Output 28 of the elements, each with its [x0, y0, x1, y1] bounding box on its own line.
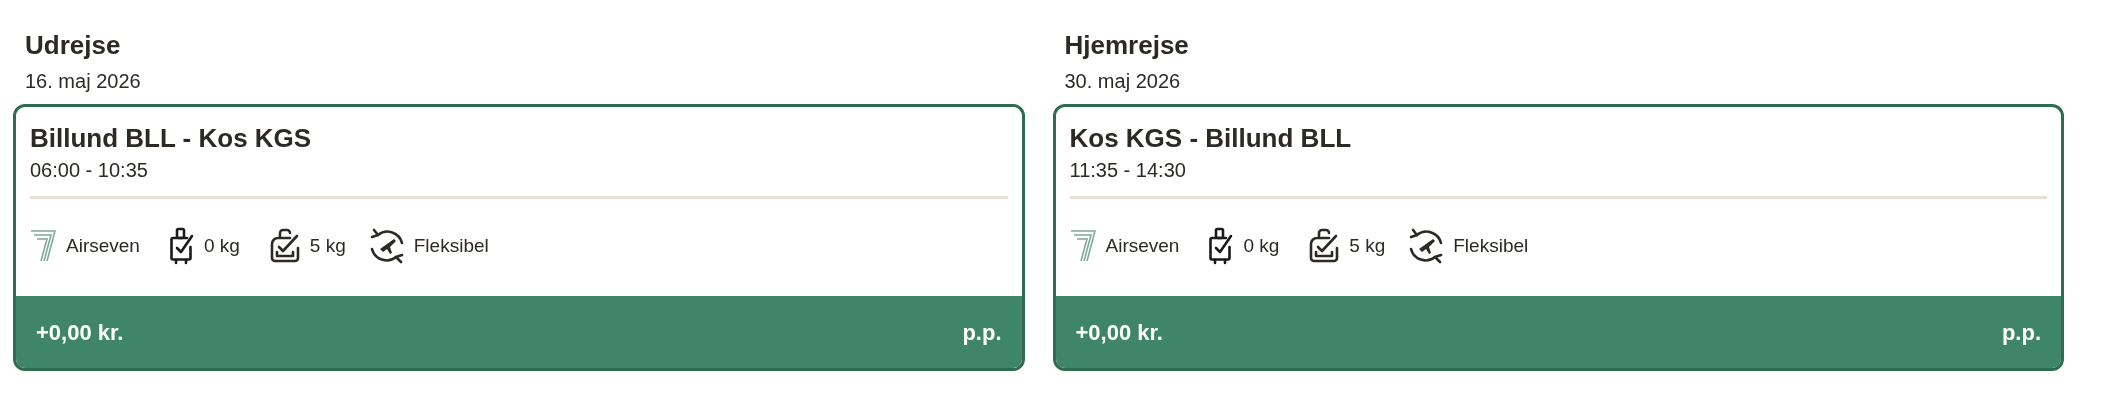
- checked-bag-weight: 5 kg: [1349, 233, 1386, 258]
- price: +0,00 kr.: [36, 318, 124, 347]
- leg-date: 30. maj 2026: [1063, 69, 1182, 94]
- fare-type: Fleksibel: [413, 233, 489, 258]
- bag-check-icon: [269, 228, 300, 264]
- airline-name: Airseven: [66, 233, 140, 258]
- bag-check-icon: [1309, 228, 1340, 264]
- leg-date: 16. maj 2026: [24, 69, 142, 94]
- carry-on-weight: 0 kg: [1243, 233, 1280, 258]
- flight-route: Kos KGS - Billund BLL: [1069, 123, 1353, 153]
- airline-logo-icon: [30, 230, 56, 262]
- flight-card[interactable]: Billund BLL - Kos KGS 06:00 - 10:35 Airseven 0 kg 5 kg Fleksibel +0,00 kr. p.p.: [13, 104, 1025, 371]
- flight-time: 06:00 - 10:35: [30, 158, 149, 183]
- price-unit: p.p.: [2001, 318, 2041, 347]
- leg-title: Hjemrejse: [1063, 30, 1190, 60]
- airline-logo-icon: [1069, 230, 1096, 262]
- checked-bag-weight: 5 kg: [309, 233, 346, 258]
- flight-card[interactable]: Kos KGS - Billund BLL 11:35 - 14:30 Airseven 0 kg 5 kg Fleksibel +0,00 kr. p.p.: [1052, 104, 2064, 371]
- suitcase-check-icon: [1209, 227, 1234, 265]
- flight-time: 11:35 - 14:30: [1069, 158, 1187, 183]
- leg-title: Udrejse: [24, 30, 122, 60]
- airline-name: Airseven: [1105, 233, 1180, 258]
- flight-route: Billund BLL - Kos KGS: [30, 123, 313, 153]
- price-unit: p.p.: [962, 318, 1002, 347]
- suitcase-check-icon: [169, 227, 194, 265]
- carry-on-weight: 0 kg: [203, 233, 240, 258]
- fare-type: Fleksibel: [1453, 233, 1529, 258]
- price: +0,00 kr.: [1075, 318, 1163, 347]
